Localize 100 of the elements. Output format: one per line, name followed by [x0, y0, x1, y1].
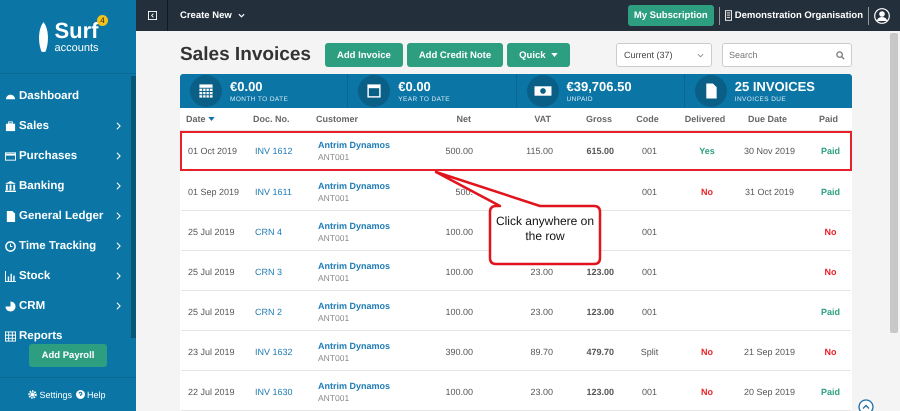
customer-link[interactable]: Antrim Dynamos	[318, 340, 390, 350]
column-header[interactable]: Gross	[586, 114, 612, 124]
chart-icon	[5, 270, 16, 282]
logo-subtitle: accounts	[54, 42, 99, 54]
scrollbar[interactable]	[131, 76, 136, 338]
sidebar-item[interactable]: CRM	[0, 291, 131, 321]
doc-link[interactable]: CRN 4	[255, 226, 282, 236]
table-cell: 23 Jul 2019	[188, 346, 235, 356]
chevron-down-icon	[697, 52, 704, 58]
table-cell: Split	[640, 346, 658, 356]
sidebar-item[interactable]: Stock	[0, 261, 131, 291]
stat-value: 25 INVOICES	[734, 79, 815, 94]
add-payroll-button[interactable]: Add Payroll	[28, 344, 108, 367]
table-cell: 01 Oct 2019	[188, 146, 238, 156]
quick-menu-button[interactable]: Quick	[507, 43, 570, 67]
account-code: ANT001	[318, 352, 350, 362]
file-icon	[5, 210, 16, 222]
doc-link[interactable]: CRN 2	[255, 306, 282, 316]
doc-link[interactable]: CRN 3	[255, 266, 282, 276]
customer-link[interactable]: Antrim Dynamos	[318, 220, 390, 230]
table-cell: 21 Sep 2019	[744, 346, 796, 356]
column-header[interactable]: Date	[186, 114, 206, 124]
sort-down-icon[interactable]	[208, 117, 215, 121]
customer-link[interactable]: Antrim Dynamos	[318, 380, 390, 390]
clock-icon	[5, 240, 16, 252]
search-field[interactable]: Search	[722, 43, 852, 67]
caret-icon	[550, 53, 558, 57]
action-button[interactable]: Add Invoice	[324, 43, 403, 67]
customer-link[interactable]: Antrim Dynamos	[318, 140, 390, 150]
doc-link[interactable]: INV 1611	[255, 186, 292, 196]
table-cell: 001	[642, 226, 658, 236]
column-header[interactable]: Paid	[818, 114, 838, 124]
stat-value: €0.00	[398, 79, 432, 94]
table-cell: 100.00	[445, 226, 473, 236]
surfboard-icon	[37, 20, 50, 52]
help-icon	[76, 390, 85, 399]
column-header[interactable]: Delivered	[684, 114, 726, 124]
sidebar-item[interactable]: Time Tracking	[0, 231, 131, 261]
account-code: ANT001	[318, 272, 350, 282]
account-code: ANT001	[318, 312, 350, 322]
user-avatar-icon[interactable]	[874, 8, 890, 24]
table-cell: 123.00	[586, 386, 614, 396]
sidebar-item[interactable]: General Ledger	[0, 201, 131, 231]
table-cell: 500.00	[445, 146, 473, 156]
delivered-status: No	[701, 186, 713, 196]
column-header[interactable]: Customer	[316, 114, 358, 124]
customer-link[interactable]: Antrim Dynamos	[318, 260, 390, 270]
doc-link[interactable]: INV 1630	[255, 386, 293, 396]
table-cell: 31 Oct 2019	[744, 186, 794, 196]
sidebar-item[interactable]: Sales	[0, 111, 131, 141]
table-cell: 123.00	[586, 306, 614, 316]
create-new-menu[interactable]: Create New	[174, 9, 251, 22]
paid-status: Paid	[820, 186, 840, 196]
column-header[interactable]: Doc. No.	[253, 114, 290, 124]
customer-link[interactable]: Antrim Dynamos	[318, 180, 390, 190]
settings-icon	[28, 390, 38, 399]
table-cell: 001	[642, 146, 658, 156]
settings-link[interactable]: Settings	[39, 390, 72, 400]
table-cell: 100.00	[445, 386, 473, 396]
table-cell: 001	[642, 266, 658, 276]
filter-dropdown[interactable]: Current (37)	[616, 43, 712, 67]
page-title: Sales Invoices	[180, 44, 311, 66]
stat-value: €0.00	[230, 79, 264, 94]
table-cell: 001	[642, 306, 658, 316]
table-cell: 001	[642, 386, 658, 396]
doc-link[interactable]: INV 1632	[255, 346, 293, 356]
pie-icon	[5, 300, 16, 312]
action-button[interactable]: Add Credit Note	[406, 43, 504, 67]
sidebar-item[interactable]: Banking	[0, 171, 131, 201]
delivered-status: Yes	[699, 146, 715, 156]
sidebar-toggle-icon[interactable]	[148, 11, 157, 20]
help-link[interactable]: Help	[87, 390, 106, 400]
notification-badge: 4	[97, 15, 108, 26]
subscription-button[interactable]: My Subscription	[628, 5, 714, 26]
sidebar-item[interactable]: Dashboard	[0, 81, 131, 111]
search-icon[interactable]	[836, 51, 845, 60]
table-cell: 23.00	[530, 266, 553, 276]
paid-status: Paid	[820, 386, 840, 396]
sidebar-item[interactable]: Purchases	[0, 141, 131, 171]
paid-status: No	[824, 226, 836, 236]
briefcase-icon	[5, 120, 16, 132]
table-cell: 100.00	[445, 266, 473, 276]
scrollbar[interactable]	[890, 33, 898, 333]
logo-text: Surf	[54, 20, 99, 42]
paid-status: Paid	[820, 306, 840, 316]
column-header[interactable]: Due Date	[748, 114, 787, 124]
sidebar-item[interactable]: Reports	[0, 321, 131, 344]
column-header[interactable]: Net	[456, 114, 471, 124]
table-cell: 25 Jul 2019	[188, 266, 235, 276]
table-cell: 89.70	[530, 346, 553, 356]
scroll-up-icon[interactable]	[858, 399, 874, 411]
table-cell: 115.00	[526, 146, 553, 156]
doc-link[interactable]: INV 1612	[255, 146, 293, 156]
organisation-name[interactable]: Demonstration Organisation	[734, 10, 863, 21]
table-cell: 20 Sep 2019	[744, 386, 796, 396]
column-header[interactable]: VAT	[534, 114, 551, 124]
column-header[interactable]: Code	[636, 114, 659, 124]
highlighted-row[interactable]: 01 Oct 2019 INV 1612 Antrim Dynamos ANT001 500.00 115.00 615.00 001 Yes 30 Nov 2019 Paid	[180, 131, 852, 171]
table-cell: 25 Jul 2019	[188, 226, 235, 236]
customer-link[interactable]: Antrim Dynamos	[318, 300, 390, 310]
